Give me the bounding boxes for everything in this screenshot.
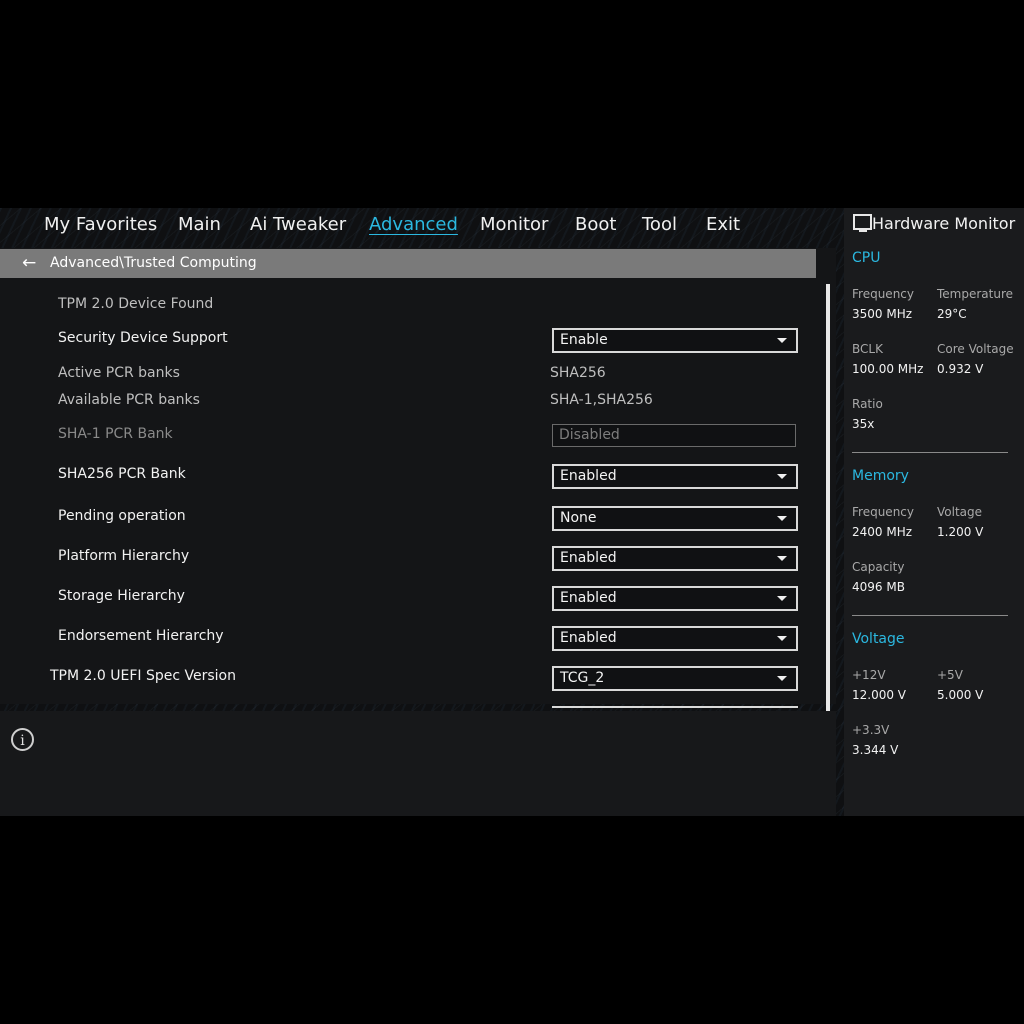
back-arrow-icon[interactable]: ← <box>22 253 36 273</box>
storage-hierarchy-label: Storage Hierarchy <box>58 588 185 604</box>
divider <box>852 452 1008 453</box>
cpu-bclk-value: 100.00 MHz <box>852 362 924 376</box>
sha256-pcr-bank-select[interactable]: Enabled <box>552 464 798 489</box>
chevron-down-icon <box>777 516 787 521</box>
cpu-section-title: CPU <box>852 250 881 266</box>
storage-hierarchy-select[interactable]: Enabled <box>552 586 798 611</box>
security-device-support-value: Enable <box>560 332 608 348</box>
scrollbar[interactable] <box>826 284 830 716</box>
tab-main[interactable]: Main <box>178 214 221 235</box>
memory-capacity-value: 4096 MB <box>852 580 905 594</box>
tab-exit[interactable]: Exit <box>706 214 740 235</box>
cpu-temperature-value: 29°C <box>937 307 967 321</box>
v5-value: 5.000 V <box>937 688 984 702</box>
chevron-down-icon <box>777 338 787 343</box>
chevron-down-icon <box>777 474 787 479</box>
breadcrumb-path: Advanced\Trusted Computing <box>50 255 257 271</box>
sha256-pcr-bank-label: SHA256 PCR Bank <box>58 466 186 482</box>
hardware-monitor-panel: Hardware Monitor CPU Frequency 3500 MHz … <box>844 208 1024 816</box>
voltage-section-title: Voltage <box>852 631 905 647</box>
chevron-down-icon <box>777 636 787 641</box>
security-device-support-select[interactable]: Enable <box>552 328 798 353</box>
settings-panel: ← Advanced\Trusted Computing TPM 2.0 Dev… <box>0 248 836 716</box>
cpu-frequency-value: 3500 MHz <box>852 307 913 321</box>
available-pcr-banks-label: Available PCR banks <box>58 392 200 408</box>
chevron-down-icon <box>777 556 787 561</box>
tab-ai-tweaker[interactable]: Ai Tweaker <box>250 214 346 235</box>
tab-advanced[interactable]: Advanced <box>369 214 458 235</box>
cpu-ratio-value: 35x <box>852 417 875 431</box>
endorsement-hierarchy-select[interactable]: Enabled <box>552 626 798 651</box>
divider <box>852 615 1008 616</box>
memory-voltage-label: Voltage <box>937 505 983 519</box>
platform-hierarchy-label: Platform Hierarchy <box>58 548 190 564</box>
top-nav: My Favorites Main Ai Tweaker Advanced Mo… <box>0 208 836 246</box>
security-device-support-label: Security Device Support <box>58 330 228 346</box>
sha1-pcr-bank-value: Disabled <box>559 427 620 443</box>
pending-operation-value: None <box>560 510 597 526</box>
memory-section-title: Memory <box>852 468 909 484</box>
active-pcr-banks-value: SHA256 <box>550 365 606 381</box>
cpu-temperature-label: Temperature <box>937 287 1014 301</box>
cpu-frequency-label: Frequency <box>852 287 914 301</box>
memory-capacity-label: Capacity <box>852 560 905 574</box>
help-bar: i <box>0 711 836 816</box>
endorsement-hierarchy-value: Enabled <box>560 630 617 646</box>
cpu-core-voltage-label: Core Voltage <box>937 342 1014 356</box>
available-pcr-banks-value: SHA-1,SHA256 <box>550 392 653 408</box>
cpu-ratio-label: Ratio <box>852 397 883 411</box>
active-pcr-banks-label: Active PCR banks <box>58 365 180 381</box>
uefi-spec-version-value: TCG_2 <box>560 670 605 686</box>
uefi-spec-version-label: TPM 2.0 UEFI Spec Version <box>50 668 236 684</box>
storage-hierarchy-value: Enabled <box>560 590 617 606</box>
info-icon: i <box>11 728 34 751</box>
pending-operation-select[interactable]: None <box>552 506 798 531</box>
monitor-icon <box>853 214 872 232</box>
memory-frequency-label: Frequency <box>852 505 914 519</box>
sha256-pcr-bank-value: Enabled <box>560 468 617 484</box>
tpm-device-found-text: TPM 2.0 Device Found <box>58 296 214 312</box>
memory-frequency-value: 2400 MHz <box>852 525 913 539</box>
chevron-down-icon <box>777 676 787 681</box>
tab-monitor[interactable]: Monitor <box>480 214 548 235</box>
tab-boot[interactable]: Boot <box>575 214 616 235</box>
cpu-bclk-label: BCLK <box>852 342 883 356</box>
tab-my-favorites[interactable]: My Favorites <box>44 214 157 235</box>
platform-hierarchy-select[interactable]: Enabled <box>552 546 798 571</box>
hardware-monitor-title: Hardware Monitor <box>872 214 1016 233</box>
pending-operation-label: Pending operation <box>58 508 186 524</box>
platform-hierarchy-value: Enabled <box>560 550 617 566</box>
v12-value: 12.000 V <box>852 688 907 702</box>
v33-value: 3.344 V <box>852 743 899 757</box>
v12-label: +12V <box>852 668 886 682</box>
endorsement-hierarchy-label: Endorsement Hierarchy <box>58 628 224 644</box>
v5-label: +5V <box>937 668 963 682</box>
memory-voltage-value: 1.200 V <box>937 525 984 539</box>
v33-label: +3.3V <box>852 723 890 737</box>
sha1-pcr-bank-select: Disabled <box>552 424 796 447</box>
next-select-edge <box>552 706 798 708</box>
sha1-pcr-bank-label: SHA-1 PCR Bank <box>58 426 173 442</box>
breadcrumb[interactable]: ← Advanced\Trusted Computing <box>0 249 816 278</box>
tab-tool[interactable]: Tool <box>642 214 677 235</box>
bios-window: My Favorites Main Ai Tweaker Advanced Mo… <box>0 208 1024 816</box>
uefi-spec-version-select[interactable]: TCG_2 <box>552 666 798 691</box>
chevron-down-icon <box>777 596 787 601</box>
cpu-core-voltage-value: 0.932 V <box>937 362 984 376</box>
